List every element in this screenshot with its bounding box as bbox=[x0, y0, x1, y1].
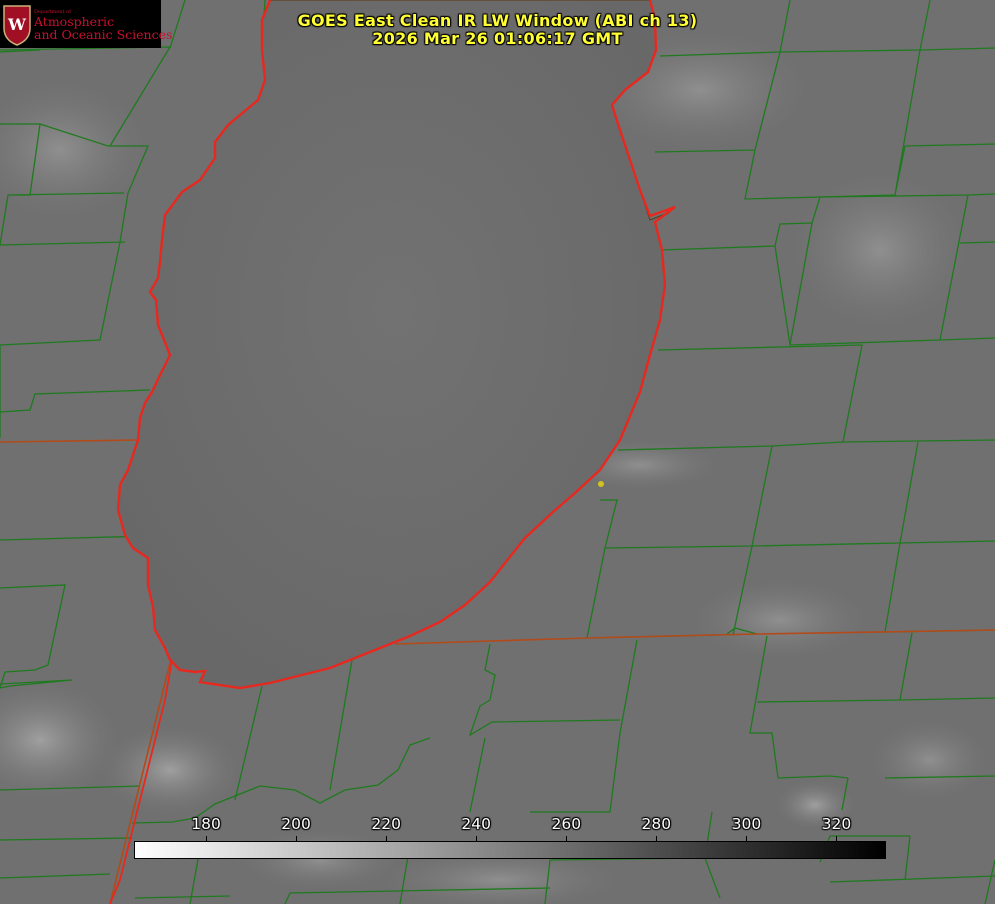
colorbar-tick bbox=[206, 836, 208, 841]
colorbar-tick-label: 300 bbox=[731, 815, 762, 833]
colorbar-tick-label: 320 bbox=[821, 815, 852, 833]
uw-crest-icon: W bbox=[3, 5, 31, 46]
svg-text:W: W bbox=[7, 15, 27, 34]
uw-aos-logo: W Department of Atmospheric and Oceanic … bbox=[0, 0, 172, 48]
colorbar-tick bbox=[476, 836, 478, 841]
colorbar-tick-label: 240 bbox=[461, 815, 492, 833]
colorbar-tick bbox=[746, 836, 748, 841]
image-timestamp: 2026 Mar 26 01:06:17 GMT bbox=[372, 29, 623, 48]
colorbar-tick-label: 180 bbox=[191, 815, 221, 833]
colorbar-tick bbox=[656, 836, 658, 841]
logo-line-2: and Oceanic Sciences bbox=[34, 27, 173, 42]
colorbar-gradient bbox=[135, 842, 885, 858]
colorbar-tick-label: 260 bbox=[551, 815, 582, 833]
colorbar-tick-label: 200 bbox=[281, 815, 311, 833]
colorbar-tick bbox=[386, 836, 388, 841]
colorbar bbox=[134, 841, 886, 859]
station-marker bbox=[598, 481, 604, 487]
colorbar-tick bbox=[836, 836, 838, 841]
colorbar-tick-label: 220 bbox=[371, 815, 401, 833]
colorbar-tick bbox=[296, 836, 298, 841]
image-title: GOES East Clean IR LW Window (ABI ch 13) bbox=[297, 11, 698, 30]
colorbar-tick-label: 280 bbox=[641, 815, 672, 833]
colorbar-tick bbox=[566, 836, 568, 841]
satellite-map bbox=[0, 0, 995, 904]
